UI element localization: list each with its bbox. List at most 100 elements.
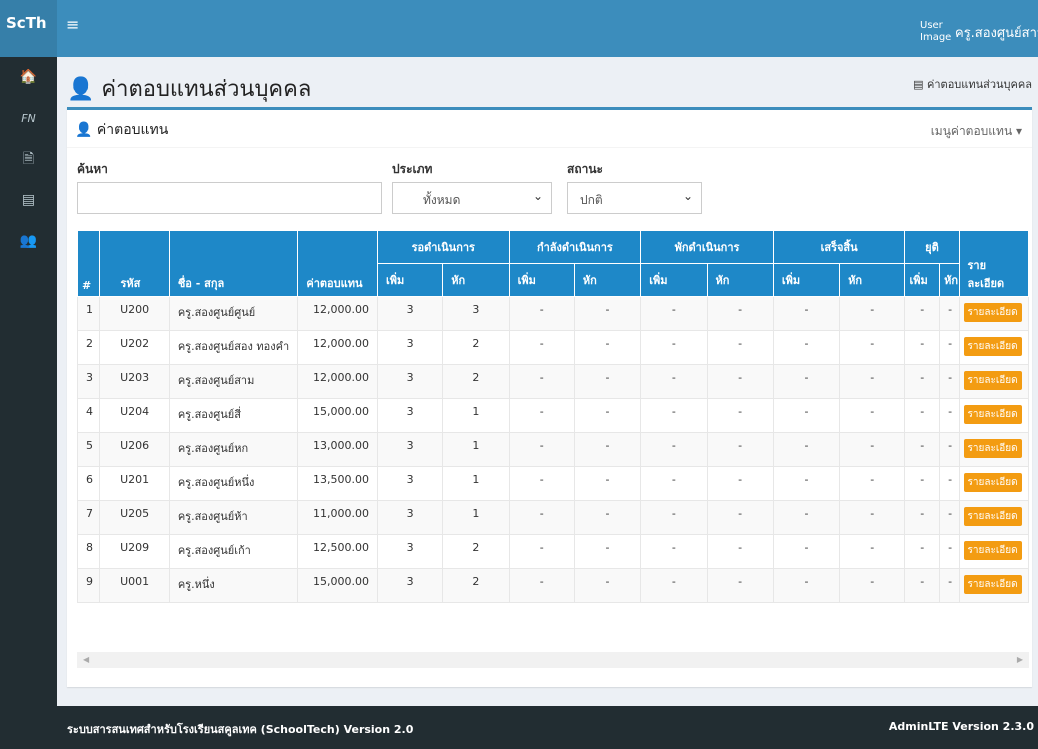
row-status-cell: - [772,364,841,399]
row-status-cell: - [772,466,841,501]
header-name: ชื่อ - สกุล [168,230,299,297]
row-pending-add: 3 [376,432,444,467]
home-icon[interactable]: 🏠 [0,57,57,98]
row-status-cell: - [573,330,642,365]
row-status-cell: - [904,500,941,535]
row-detail-cell: รายละเอียด [958,466,1029,501]
row-status-cell: - [508,466,575,501]
row-status-cell: - [839,398,906,433]
header-add: เพิ่ม [640,263,708,297]
scroll-left-icon[interactable]: ◀ [83,655,89,664]
detail-button[interactable]: รายละเอียด [963,303,1022,322]
compensation-menu-dropdown[interactable]: เมนูค่าตอบแทน ▾ [931,122,1022,141]
detail-button[interactable]: รายละเอียด [963,439,1022,458]
row-amount: 12,500.00 [297,534,378,569]
row-name: ครู.สองศูนย์ห้า [168,500,299,535]
search-input[interactable] [77,182,382,214]
scroll-right-icon[interactable]: ▶ [1017,655,1023,664]
detail-button[interactable]: รายละเอียด [963,575,1022,594]
row-status-cell: - [839,568,906,603]
users-icon[interactable]: 👥 [0,221,57,262]
row-status-cell: - [772,568,841,603]
row-pending-add: 3 [376,364,444,399]
table-row: 4 U204 ครู.สองศูนย์สี่ 15,000.00 3 1- - - - - - - - ร… [76,398,1029,433]
chevron-down-icon: ⌄ [682,189,693,203]
status-label: สถานะ [567,162,603,176]
user-icon: 👤 [67,77,102,102]
row-status-cell: - [508,432,575,467]
row-no: 6 [76,466,101,501]
row-detail-cell: รายละเอียด [958,364,1029,399]
row-status-cell: - [772,398,841,433]
row-status-cell: - [939,568,960,603]
row-status-cell: - [839,296,906,331]
footer-version: AdminLTE Version 2.3.0 [888,720,1034,733]
row-status-cell: - [939,500,960,535]
row-amount: 15,000.00 [297,398,378,433]
row-status-cell: - [839,534,906,569]
sidebar: 🏠 FN 🗎 ▤ 👥 [0,57,57,749]
card-icon[interactable]: ▤ [0,180,57,221]
row-detail-cell: รายละเอียด [958,500,1029,535]
row-name: ครู.สองศูนย์สาม [168,364,299,399]
header-amount: ค่าตอบแทน [297,230,378,297]
table-row: 5 U206 ครู.สองศูนย์หก 13,000.00 3 1- - - - - - - - รา… [76,432,1029,467]
sidebar-toggle-icon[interactable]: ≡ [66,15,79,34]
header-code: รหัส [99,230,170,297]
user-name[interactable]: ครู.สองศูนย์สาม [955,22,1038,43]
row-name: ครู.สองศูนย์สอง ทองคำ [168,330,299,365]
horizontal-scrollbar[interactable]: ◀ ▶ [77,652,1029,668]
header-stopped: ยุติ [904,230,960,264]
row-status-cell: - [573,500,642,535]
header-add: เพิ่ม [772,263,841,297]
row-no: 7 [76,500,101,535]
row-status-cell: - [706,432,774,467]
type-label: ประเภท [392,162,433,176]
detail-button[interactable]: รายละเอียด [963,405,1022,424]
detail-button[interactable]: รายละเอียด [963,541,1022,560]
row-status-cell: - [508,398,575,433]
table-row: 1 U200 ครู.สองศูนย์ศูนย์ 12,000.00 3 3- - - - - - -… [76,296,1029,331]
detail-button[interactable]: รายละเอียด [963,507,1022,526]
table-row: 9 U001 ครู.หนึ่ง 15,000.00 3 2- - - - - - - - รายละเอ… [76,568,1029,603]
row-status-cell: - [640,466,708,501]
row-status-cell: - [706,568,774,603]
app-logo[interactable]: ScTh [0,0,57,57]
row-pending-deduct: 2 [442,568,510,603]
header-deduct: หัก [706,263,774,297]
row-status-cell: - [939,432,960,467]
row-amount: 13,500.00 [297,466,378,501]
row-status-cell: - [706,534,774,569]
detail-button[interactable]: รายละเอียด [963,473,1022,492]
row-status-cell: - [939,364,960,399]
row-no: 2 [76,330,101,365]
header-no: # [76,230,101,297]
chevron-down-icon: ⌄ [532,189,543,203]
row-status-cell: - [904,330,941,365]
row-code: U204 [99,398,170,433]
row-status-cell: - [573,432,642,467]
fn-icon[interactable]: FN [0,98,57,139]
row-no: 4 [76,398,101,433]
status-select[interactable]: ปกติ ⌄ [567,182,702,214]
footer-credit: ระบบสารสนเทศสำหรับโรงเรียนสคูลเทค (Schoo… [67,723,414,736]
row-status-cell: - [904,568,941,603]
table-row: 2 U202 ครู.สองศูนย์สอง ทองคำ 12,000.00 3 2- - -… [76,330,1029,365]
user-image[interactable]: User Image [920,20,958,44]
document-icon[interactable]: 🗎 [0,139,57,180]
detail-button[interactable]: รายละเอียด [963,337,1022,356]
row-pending-deduct: 2 [442,534,510,569]
row-no: 3 [76,364,101,399]
row-status-cell: - [904,296,941,331]
row-name: ครู.สองศูนย์หนึ่ง [168,466,299,501]
row-status-cell: - [640,534,708,569]
row-status-cell: - [640,500,708,535]
row-status-cell: - [839,364,906,399]
detail-button[interactable]: รายละเอียด [963,371,1022,390]
type-select[interactable]: ทั้งหมด ⌄ [392,182,552,214]
breadcrumb[interactable]: ▤ ค่าตอบแทนส่วนบุคคล [913,75,1032,93]
row-status-cell: - [904,466,941,501]
row-pending-deduct: 2 [442,330,510,365]
row-pending-add: 3 [376,466,444,501]
row-detail-cell: รายละเอียด [958,432,1029,467]
